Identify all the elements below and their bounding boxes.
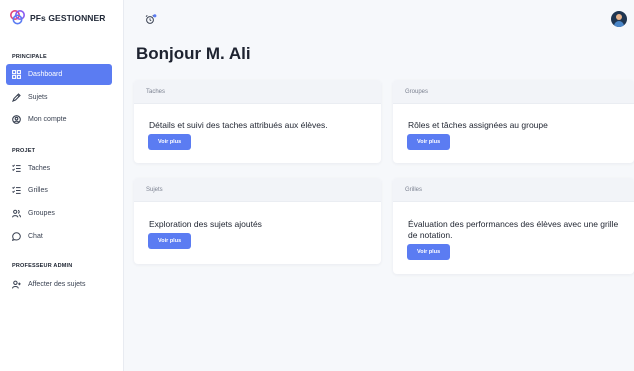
account-icon xyxy=(12,115,21,124)
section-principale: PRINCIPALE xyxy=(12,54,47,60)
section-projet: PROJET xyxy=(12,148,36,154)
voir-plus-button[interactable]: Voir plus xyxy=(148,134,192,150)
sidebar-item-sujets[interactable]: Sujets xyxy=(6,87,112,108)
avatar[interactable] xyxy=(611,11,627,27)
brand-logo-icon xyxy=(9,9,26,26)
card-title: Grilles xyxy=(393,178,634,202)
brand-name: PFs GESTIONNER xyxy=(30,12,106,23)
sidebar-item-label: Grilles xyxy=(28,187,48,194)
chat-icon xyxy=(12,232,21,241)
card-description: Exploration des sujets ajoutés xyxy=(149,219,262,229)
group-icon xyxy=(12,209,21,218)
sidebar-item-label: Groupes xyxy=(28,210,55,217)
sidebar-item-label: Taches xyxy=(28,165,51,172)
sidebar-item-taches[interactable]: Taches xyxy=(6,158,112,179)
card-taches: Taches Détails et suivi des taches attri… xyxy=(134,80,381,163)
card-title: Groupes xyxy=(393,80,634,104)
voir-plus-button[interactable]: Voir plus xyxy=(148,233,192,249)
alarm-clock-icon[interactable] xyxy=(145,12,157,30)
list-check-icon xyxy=(12,164,21,173)
page-title: Bonjour M. Ali xyxy=(136,44,251,63)
list-check-icon xyxy=(12,186,21,195)
sidebar: PFs GESTIONNER PRINCIPALE Dashboard Suje… xyxy=(0,0,124,371)
sidebar-item-groupes[interactable]: Groupes xyxy=(6,203,112,224)
grid-icon xyxy=(12,70,21,79)
user-add-icon xyxy=(12,280,21,289)
sidebar-item-grilles[interactable]: Grilles xyxy=(6,180,112,201)
sidebar-item-mon-compte[interactable]: Mon compte xyxy=(6,109,112,130)
card-groupes: Groupes Rôles et tâches assignées au gro… xyxy=(393,80,634,163)
voir-plus-button[interactable]: Voir plus xyxy=(407,134,451,150)
sidebar-item-label: Affecter des sujets xyxy=(28,281,86,288)
sidebar-item-label: Sujets xyxy=(28,94,48,101)
card-title: Sujets xyxy=(134,178,381,202)
sidebar-item-label: Dashboard xyxy=(28,71,63,78)
pen-icon xyxy=(12,93,21,102)
sidebar-item-label: Chat xyxy=(28,233,43,240)
sidebar-item-chat[interactable]: Chat xyxy=(6,226,112,247)
sidebar-item-affecter-des-sujets[interactable]: Affecter des sujets xyxy=(6,274,112,295)
card-description: Rôles et tâches assignées au groupe xyxy=(408,120,548,130)
card-sujets: Sujets Exploration des sujets ajoutés Vo… xyxy=(134,178,381,264)
card-title: Taches xyxy=(134,80,381,104)
card-description: Évaluation des performances des élèves a… xyxy=(408,219,619,240)
card-description: Détails et suivi des taches attribués au… xyxy=(149,120,328,130)
section-professeur-admin: PROFESSEUR ADMIN xyxy=(12,263,73,269)
card-grilles: Grilles Évaluation des performances des … xyxy=(393,178,634,274)
voir-plus-button[interactable]: Voir plus xyxy=(407,244,451,260)
brand[interactable]: PFs GESTIONNER xyxy=(9,9,106,26)
sidebar-item-label: Mon compte xyxy=(28,116,67,123)
sidebar-item-dashboard[interactable]: Dashboard xyxy=(6,64,112,85)
